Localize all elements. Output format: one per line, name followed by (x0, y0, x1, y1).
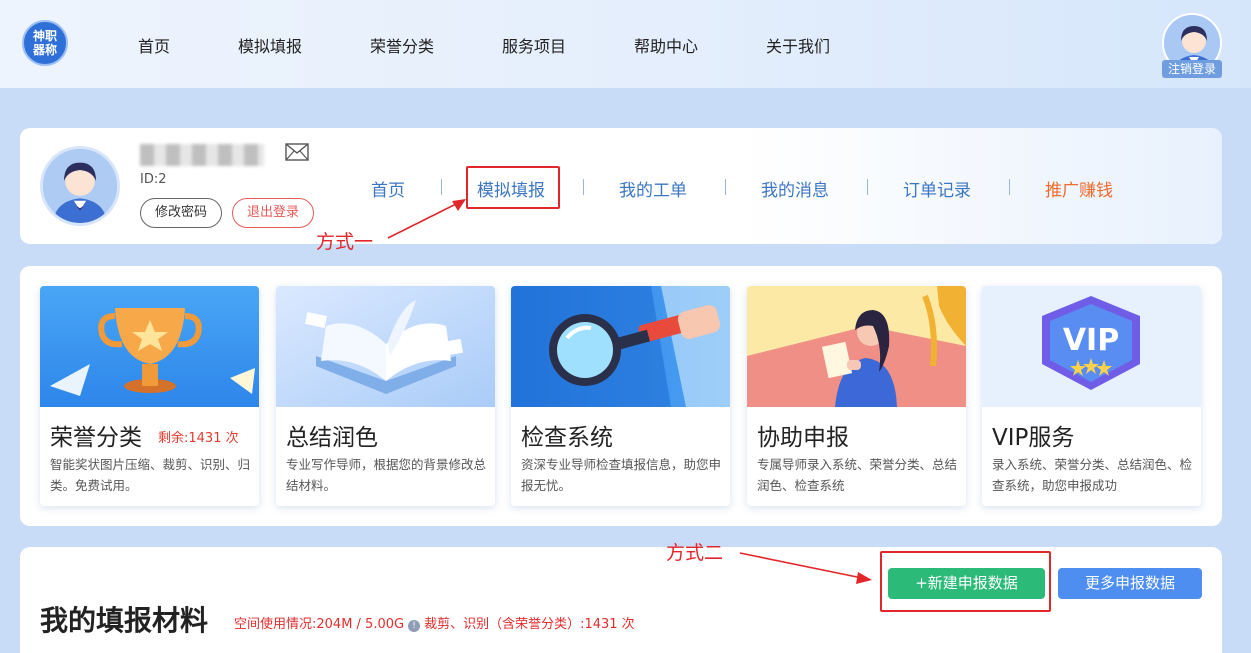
avatar-icon (43, 149, 117, 223)
usage-text: 空间使用情况:204M / 5.00G (234, 617, 405, 632)
nav-item-honor[interactable]: 荣誉分类 (370, 33, 434, 57)
services-panel: 荣誉分类 剩余:1431 次 智能奖状图片压缩、裁剪、识别、归类。免费试用。 总… (20, 266, 1222, 526)
change-password-button[interactable]: 修改密码 (140, 198, 222, 228)
nav-item-simulate[interactable]: 模拟填报 (238, 33, 302, 57)
svg-text:VIP: VIP (1063, 323, 1119, 358)
service-title: 协助申报 (757, 425, 849, 451)
nav-item-home[interactable]: 首页 (138, 33, 170, 57)
service-card-check[interactable]: 检查系统 资深专业导师检查填报信息，助您申报无忧。 (511, 286, 730, 506)
crop-count-text: 裁剪、识别（含荣誉分类）:1431 次 (424, 617, 635, 632)
service-card-polish[interactable]: 总结润色 专业写作导师，根据您的背景修改总结材料。 (276, 286, 495, 506)
service-description: 专业写作导师，根据您的背景修改总结材料。 (286, 457, 487, 493)
service-card-assist[interactable]: 协助申报 专属导师录入系统、荣誉分类、总结润色、检查系统 (747, 286, 966, 506)
profile-avatar (40, 146, 120, 226)
highlight-box-method2 (880, 551, 1051, 612)
tab-divider (583, 179, 584, 195)
tab-home[interactable]: 首页 (371, 176, 405, 201)
service-card-vip[interactable]: VIP VIP服务 录入系统、荣誉分类、总结润色、检查系统，助您申报成功 (982, 286, 1201, 506)
nav-item-help[interactable]: 帮助中心 (634, 33, 698, 57)
tab-promote-earn[interactable]: 推广赚钱 (1045, 176, 1113, 201)
service-title: 检查系统 (521, 425, 613, 451)
open-book-illustration (276, 286, 495, 407)
trophy-illustration (40, 286, 259, 407)
more-reports-button[interactable]: 更多申报数据 (1058, 568, 1202, 599)
service-description: 专属导师录入系统、荣誉分类、总结润色、检查系统 (757, 457, 958, 493)
magnifier-illustration (511, 286, 730, 407)
top-navbar: 神职器称 首页 模拟填报 荣誉分类 服务项目 帮助中心 关于我们 注销登录 (0, 0, 1251, 88)
logout-tag[interactable]: 注销登录 (1162, 60, 1222, 78)
tab-divider (867, 179, 868, 195)
service-description: 智能奖状图片压缩、裁剪、识别、归类。免费试用。 (50, 457, 251, 493)
service-title: 总结润色 (286, 425, 378, 451)
service-title: VIP服务 (992, 425, 1075, 451)
storage-usage: 空间使用情况:204M / 5.00G! 裁剪、识别（含荣誉分类）:1431 次 (234, 613, 635, 632)
highlight-box-method1 (466, 166, 560, 209)
tab-divider (441, 179, 442, 195)
logo-text: 神职器称 (32, 29, 57, 57)
tab-divider (725, 179, 726, 195)
vip-badge-illustration: VIP (982, 286, 1201, 407)
reading-woman-illustration (747, 286, 966, 407)
annotation-method2: 方式二 (666, 542, 724, 564)
nav-item-services[interactable]: 服务项目 (502, 33, 566, 57)
tab-divider (1009, 179, 1010, 195)
info-icon[interactable]: ! (408, 620, 421, 632)
tab-order-records[interactable]: 订单记录 (903, 176, 971, 201)
site-logo[interactable]: 神职器称 (22, 20, 68, 66)
service-description: 资深专业导师检查填报信息，助您申报无忧。 (521, 457, 722, 493)
profile-card: ID:2 修改密码 退出登录 首页 模拟填报 我的工单 我的消息 订单记录 推广… (20, 128, 1222, 244)
tab-my-messages[interactable]: 我的消息 (761, 176, 829, 201)
service-description: 录入系统、荣誉分类、总结润色、检查系统，助您申报成功 (992, 457, 1193, 493)
username-redacted (140, 144, 264, 166)
logout-button[interactable]: 退出登录 (232, 198, 314, 228)
mail-icon[interactable] (285, 143, 309, 161)
annotation-method1: 方式一 (316, 231, 374, 253)
materials-title: 我的填报材料 (40, 604, 209, 637)
service-title: 荣誉分类 (50, 425, 142, 451)
user-id: ID:2 (140, 172, 167, 187)
nav-item-about[interactable]: 关于我们 (766, 33, 830, 57)
remaining-count: 剩余:1431 次 (158, 431, 239, 446)
tab-my-tickets[interactable]: 我的工单 (619, 176, 687, 201)
service-card-honor[interactable]: 荣誉分类 剩余:1431 次 智能奖状图片压缩、裁剪、识别、归类。免费试用。 (40, 286, 259, 506)
